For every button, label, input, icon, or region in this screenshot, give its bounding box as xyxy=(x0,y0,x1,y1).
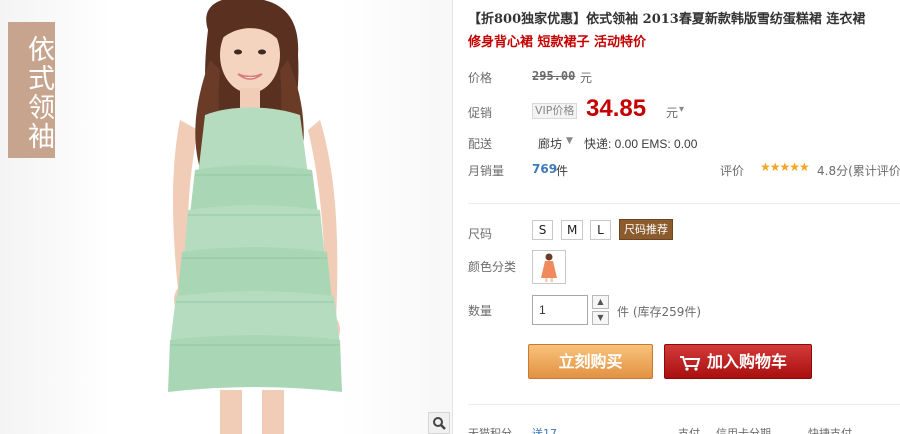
size-option-l[interactable]: L xyxy=(590,220,611,240)
promo-label: 促销 xyxy=(468,106,493,120)
product-subtitle: 修身背心裙 短款裙子 活动特价 xyxy=(468,35,647,50)
payment-quick: 快捷支付 xyxy=(808,427,852,434)
zoom-button[interactable] xyxy=(428,412,450,434)
ship-from-chevron-icon[interactable]: ▼ xyxy=(566,136,573,146)
vip-price-tag: VIP价格 xyxy=(532,103,578,119)
quantity-increase-button[interactable]: ▲ xyxy=(592,295,609,309)
price-label: 价格 xyxy=(468,71,493,85)
shipping-label: 配送 xyxy=(468,137,493,151)
panel-divider xyxy=(452,0,453,434)
product-gallery: 依式领袖 xyxy=(0,0,452,434)
magnifier-icon xyxy=(433,417,446,430)
brand-tag: 依式领袖 xyxy=(8,22,55,158)
sale-price-unit: 元 xyxy=(666,106,679,120)
cart-icon xyxy=(680,355,701,371)
product-title: 【折800独家优惠】依式领袖 2013春夏新款韩版雪纺蛋糕裙 连衣裙 xyxy=(468,12,866,27)
size-label: 尺码 xyxy=(468,227,493,241)
quantity-decrease-button[interactable]: ▼ xyxy=(592,311,609,325)
rating-label: 评价 xyxy=(720,164,745,178)
quantity-label: 数量 xyxy=(468,304,493,318)
ship-from-location[interactable]: 廊坊 xyxy=(538,135,562,152)
add-to-cart-label: 加入购物车 xyxy=(707,352,788,371)
section-divider-bottom xyxy=(468,404,900,405)
star-rating-icon: ★★★★★ xyxy=(760,160,810,174)
section-divider xyxy=(468,203,900,204)
payment-credit: 信用卡分期 xyxy=(716,427,771,434)
original-price-unit: 元 xyxy=(580,71,593,85)
payment-label: 支付 xyxy=(678,427,700,434)
color-label: 颜色分类 xyxy=(468,260,517,274)
chevron-down-icon[interactable]: ▾ xyxy=(679,104,684,115)
sale-price: 34.85 xyxy=(586,95,647,122)
original-price: 295.00 xyxy=(532,69,576,83)
product-info: 【折800独家优惠】依式领袖 2013春夏新款韩版雪纺蛋糕裙 连衣裙 修身背心裙… xyxy=(468,0,900,434)
monthly-sales-unit: 件 xyxy=(556,164,569,178)
buy-now-button[interactable]: 立刻购买 xyxy=(528,344,653,379)
tmall-points-label: 天猫积分 xyxy=(468,427,512,434)
add-to-cart-button[interactable]: 加入购物车 xyxy=(664,344,812,379)
stock-text: 件 (库存259件) xyxy=(617,305,702,319)
shipping-fee: 快递: 0.00 EMS: 0.00 xyxy=(584,137,698,151)
monthly-sales-label: 月销量 xyxy=(468,164,505,178)
size-option-m[interactable]: M xyxy=(561,220,584,240)
tmall-points-value: 送17 xyxy=(532,427,557,434)
rating-score[interactable]: 4.8分(累计评价6 xyxy=(817,162,900,179)
monthly-sales-count: 769 xyxy=(532,162,558,176)
size-guide-button[interactable]: 尺码推荐 xyxy=(619,219,673,240)
product-photo[interactable] xyxy=(150,0,360,434)
color-swatch[interactable] xyxy=(532,250,566,284)
swatch-thumbnail-icon xyxy=(541,253,557,282)
quantity-input[interactable] xyxy=(532,295,588,325)
size-option-s[interactable]: S xyxy=(532,220,553,240)
